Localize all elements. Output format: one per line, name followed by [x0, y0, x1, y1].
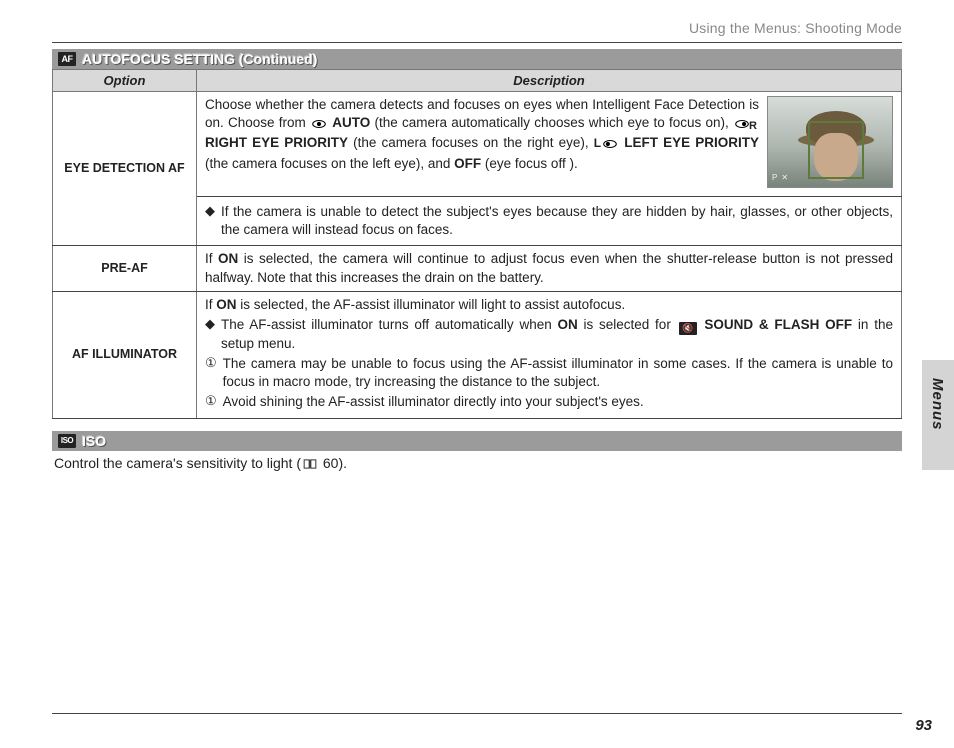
text: (the camera focuses on the left eye), an…: [205, 156, 454, 171]
label-off: OFF: [454, 156, 481, 171]
warning-text: The camera may be unable to focus using …: [223, 355, 893, 391]
note-text: The AF-assist illuminator turns off auto…: [221, 316, 893, 353]
section-header-iso: ISO ISO: [52, 431, 902, 451]
note-bullet-icon: ◆: [205, 203, 215, 239]
text: is selected, the camera will continue to…: [205, 251, 893, 284]
text: (eye focus off ).: [485, 156, 578, 171]
text: (the camera automatically chooses which …: [375, 115, 734, 130]
iso-description: Control the camera's sensitivity to ligh…: [52, 451, 902, 475]
eye-icon: [312, 116, 326, 134]
desc-pre-af: If ON is selected, the camera will conti…: [197, 246, 902, 291]
table-row: PRE-AF If ON is selected, the camera wil…: [53, 246, 902, 291]
page-ref-icon: [303, 456, 317, 466]
af-icon: AF: [58, 52, 76, 66]
text: (the camera focuses on the right eye),: [353, 135, 594, 150]
page-ref: 60).: [319, 455, 347, 471]
col-option: Option: [53, 70, 197, 92]
warning-text: Avoid shining the AF-assist illuminator …: [223, 393, 893, 411]
text: is selected, the AF-assist illuminator w…: [240, 297, 625, 312]
section-title: AUTOFOCUS SETTING (Continued): [82, 51, 317, 67]
text: If: [205, 297, 216, 312]
table-header-row: Option Description: [53, 70, 902, 92]
note-bullet-icon: ◆: [205, 316, 215, 353]
eye-right-icon: R: [735, 116, 757, 134]
section-title: ISO: [82, 433, 106, 449]
desc-eye-detection-note: ◆ If the camera is unable to detect the …: [197, 197, 902, 246]
side-tab-label: Menus: [929, 378, 946, 431]
camera-preview-thumbnail: P ✕: [767, 96, 893, 188]
eye-left-icon: [603, 136, 617, 154]
label-right-eye: RIGHT EYE PRIORITY: [205, 135, 348, 150]
text: If: [205, 251, 218, 266]
label-auto: AUTO: [332, 115, 370, 130]
focus-box-icon: [808, 121, 864, 179]
thumb-status: P ✕: [772, 173, 789, 184]
footer-divider: [52, 713, 902, 714]
desc-eye-detection: P ✕ Choose whether the camera detects an…: [197, 92, 902, 197]
iso-icon: ISO: [58, 434, 76, 448]
options-table: Option Description EYE DETECTION AF P ✕ …: [52, 69, 902, 419]
manual-page: Using the Menus: Shooting Mode AF AUTOFO…: [0, 0, 954, 748]
section-iso: ISO ISO Control the camera's sensitivity…: [52, 431, 902, 475]
table-row: EYE DETECTION AF P ✕ Choose whether the …: [53, 92, 902, 197]
desc-af-illuminator: If ON is selected, the AF-assist illumin…: [197, 291, 902, 418]
section-header-autofocus: AF AUTOFOCUS SETTING (Continued): [52, 49, 902, 69]
option-pre-af: PRE-AF: [53, 246, 197, 291]
label-on: ON: [218, 251, 238, 266]
caution-bullet-icon: ①: [205, 393, 217, 411]
breadcrumb: Using the Menus: Shooting Mode: [52, 20, 902, 36]
divider: [52, 42, 902, 43]
note-text: If the camera is unable to detect the su…: [221, 203, 893, 239]
col-description: Description: [197, 70, 902, 92]
caution-bullet-icon: ①: [205, 355, 217, 391]
table-row: AF ILLUMINATOR If ON is selected, the AF…: [53, 291, 902, 418]
option-eye-detection: EYE DETECTION AF: [53, 92, 197, 246]
sound-flash-icon: 🔇: [679, 322, 697, 335]
text: Control the camera's sensitivity to ligh…: [54, 455, 301, 471]
page-number: 93: [915, 717, 932, 734]
label-left-eye: LEFT EYE PRIORITY: [624, 135, 759, 150]
label-on: ON: [216, 297, 236, 312]
option-af-illuminator: AF ILLUMINATOR: [53, 291, 197, 418]
